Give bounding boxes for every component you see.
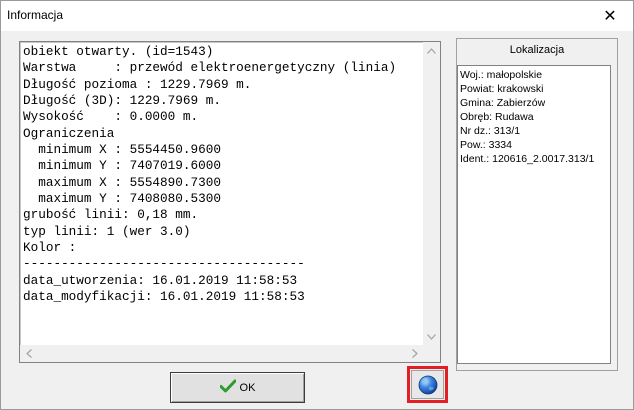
loc-parcel-number: Nr dz.: 313/1 (460, 125, 521, 137)
title-bar: Informacja ✕ (1, 1, 633, 31)
info-dialog: Informacja ✕ obiekt otwarty. (id=1543) W… (0, 0, 634, 410)
info-line-height: Wysokość : 0.0000 m. (23, 109, 199, 125)
info-line-id: obiekt otwarty. (id=1543) (23, 44, 214, 59)
loc-precinct: Obręb: Rudawa (460, 111, 534, 123)
localization-title: Lokalizacja (509, 44, 565, 56)
localization-textbox[interactable]: Woj.: małopolskie Powiat: krakowski Gmin… (457, 65, 611, 364)
loc-county: Powiat: krakowski (460, 83, 544, 95)
info-line-bounds-header: Ograniczenia (23, 125, 115, 141)
object-info-textbox[interactable]: obiekt otwarty. (id=1543) Warstwa : prze… (19, 41, 441, 363)
object-info-text: obiekt otwarty. (id=1543) Warstwa : prze… (23, 44, 418, 340)
dialog-body: obiekt otwarty. (id=1543) Warstwa : prze… (1, 31, 633, 409)
info-line-thickness: grubość linii: 0,18 mm. (23, 207, 199, 223)
info-line-separator: ------------------------------------- (23, 256, 305, 272)
info-line-max-x: maximum X : 5554890.7300 (23, 174, 221, 190)
globe-icon (418, 375, 437, 394)
loc-voivodeship: Woj.: małopolskie (460, 69, 543, 81)
arrow-up-icon[interactable] (423, 42, 440, 59)
info-line-color: Kolor : (23, 240, 77, 256)
window-title: Informacja (7, 8, 64, 22)
ok-button-label: OK (239, 381, 256, 394)
info-line-modified: data_modyfikacji: 16.01.2019 11:58:53 (23, 289, 305, 305)
loc-identifier: Ident.: 120616_2.0017.313/1 (460, 153, 595, 165)
loc-commune: Gmina: Zabierzów (460, 97, 546, 109)
info-line-length-3d: Długość (3D): 1229.7969 m. (23, 93, 221, 109)
info-line-layer: Warstwa : przewód elektroenergetyczny (l… (23, 60, 397, 76)
close-button[interactable]: ✕ (587, 1, 633, 31)
info-line-created: data_utworzenia: 16.01.2019 11:58:53 (23, 272, 298, 288)
localization-group: Lokalizacja Woj.: małopolskie Powiat: kr… (456, 38, 618, 371)
arrow-down-icon[interactable] (423, 328, 440, 345)
close-icon: ✕ (603, 8, 617, 25)
info-line-min-x: minimum X : 5554450.9600 (23, 142, 221, 158)
arrow-right-icon[interactable] (406, 345, 423, 362)
info-line-line-type: typ linii: 1 (wer 3.0) (23, 223, 191, 239)
info-line-min-y: minimum Y : 7407019.6000 (23, 158, 221, 174)
arrow-left-icon[interactable] (20, 345, 37, 362)
ok-button[interactable]: OK (170, 372, 305, 403)
info-line-max-y: maximum Y : 7408080.5300 (23, 191, 221, 207)
globe-button[interactable] (407, 366, 448, 403)
globe-button-face (411, 370, 444, 399)
horizontal-scrollbar[interactable] (20, 345, 440, 362)
vertical-scrollbar[interactable] (423, 42, 440, 345)
info-line-length-2d: Długość pozioma : 1229.7969 m. (23, 76, 252, 92)
checkmark-icon (219, 379, 237, 396)
loc-area: Pow.: 3334 (460, 139, 512, 151)
